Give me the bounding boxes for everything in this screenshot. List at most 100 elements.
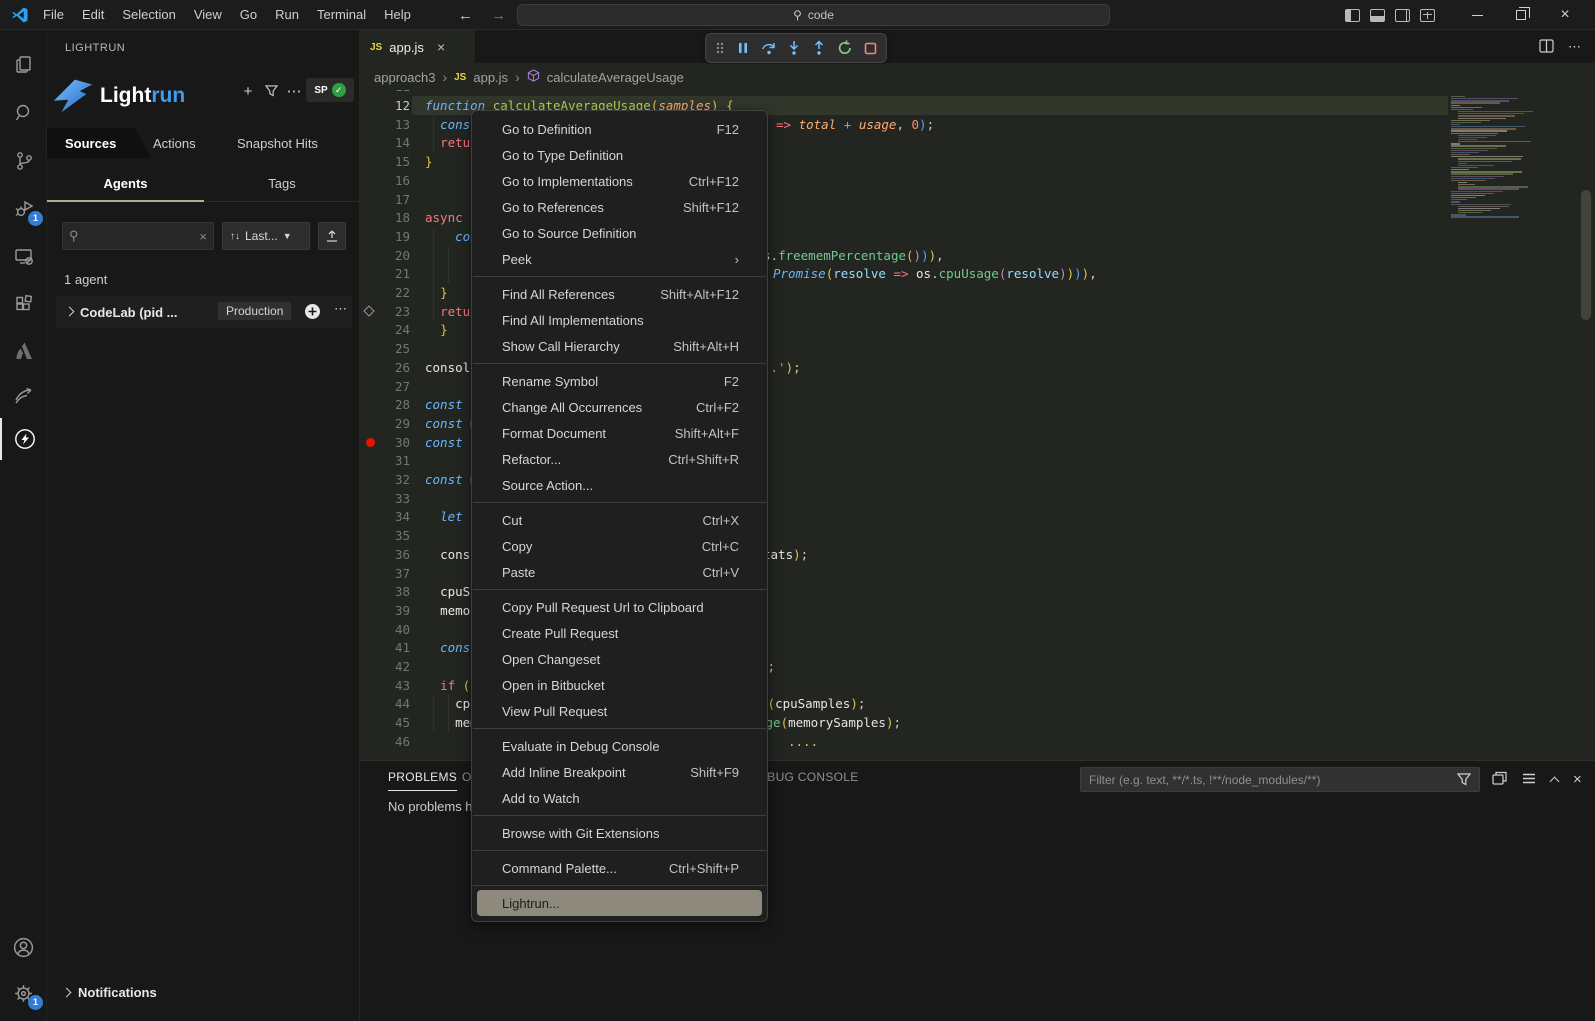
stop-icon[interactable] (864, 42, 877, 55)
menu-item-source-action[interactable]: Source Action... (477, 472, 762, 498)
add-action-icon[interactable]: + (237, 80, 259, 102)
menu-item-refactor[interactable]: Refactor...Ctrl+Shift+R (477, 446, 762, 472)
menu-item-rename-symbol[interactable]: Rename SymbolF2 (477, 368, 762, 394)
menu-help[interactable]: Help (375, 4, 420, 26)
line-number[interactable]: 14 (360, 133, 410, 152)
customize-layout-icon[interactable] (1420, 9, 1435, 22)
pause-icon[interactable] (736, 41, 750, 55)
menu-item-go-to-implementations[interactable]: Go to ImplementationsCtrl+F12 (477, 168, 762, 194)
line-number[interactable]: 29 (360, 414, 410, 433)
tab-appjs[interactable]: JS app.js × (360, 30, 475, 64)
search-icon[interactable] (0, 92, 47, 134)
tab-snapshot-hits[interactable]: Snapshot Hits (237, 128, 318, 158)
line-number[interactable]: 42 (360, 657, 410, 676)
menu-terminal[interactable]: Terminal (308, 4, 375, 26)
menu-item-peek[interactable]: Peek› (477, 246, 762, 272)
menu-item-format-document[interactable]: Format DocumentShift+Alt+F (477, 420, 762, 446)
menu-item-find-all-references[interactable]: Find All ReferencesShift+Alt+F12 (477, 281, 762, 307)
gitlive-swoosh-icon[interactable] (0, 374, 47, 416)
line-number[interactable]: 31 (360, 451, 410, 470)
line-number[interactable]: 35 (360, 526, 410, 545)
breadcrumb-folder[interactable]: approach3 (374, 70, 435, 85)
line-number[interactable]: 37 (360, 564, 410, 583)
toggle-secondary-sidebar-icon[interactable] (1395, 9, 1410, 22)
menu-item-add-inline-breakpoint[interactable]: Add Inline BreakpointShift+F9 (477, 759, 762, 785)
breakpoint-icon[interactable] (366, 438, 375, 447)
extensions-icon[interactable] (0, 284, 47, 326)
add-agent-action-icon[interactable] (304, 303, 321, 323)
command-center[interactable]: ⚲ code (517, 4, 1110, 26)
user-chip[interactable]: SP ✓ (306, 78, 354, 102)
restore-button[interactable] (1499, 0, 1543, 30)
close-panel-icon[interactable]: × (1573, 771, 1582, 788)
line-number[interactable]: 38 (360, 582, 410, 601)
source-control-icon[interactable] (0, 140, 47, 182)
line-number[interactable]: 45 (360, 713, 410, 732)
menu-item-go-to-definition[interactable]: Go to DefinitionF12 (477, 116, 762, 142)
line-number[interactable]: 19 (360, 227, 410, 246)
line-number[interactable]: 41 (360, 638, 410, 657)
line-number[interactable]: 40 (360, 620, 410, 639)
line-number[interactable]: 16 (360, 171, 410, 190)
line-number[interactable]: 15 (360, 152, 410, 171)
minimize-button[interactable] (1455, 0, 1499, 30)
line-number[interactable]: 25 (360, 339, 410, 358)
lightrun-icon[interactable] (0, 418, 47, 460)
line-number[interactable]: 34 (360, 507, 410, 526)
problems-filter-input[interactable]: Filter (e.g. text, **/*.ts, !**/node_mod… (1080, 767, 1480, 792)
line-number[interactable]: 17 (360, 190, 410, 209)
menu-item-add-to-watch[interactable]: Add to Watch (477, 785, 762, 811)
scrollbar-thumb[interactable] (1581, 190, 1591, 320)
line-number[interactable]: 39 (360, 601, 410, 620)
agent-search-input[interactable]: ⚲ × (62, 222, 214, 250)
nav-back-icon[interactable]: ← (458, 7, 473, 24)
menu-item-cut[interactable]: CutCtrl+X (477, 507, 762, 533)
chevron-right-icon[interactable] (65, 307, 75, 317)
menu-file[interactable]: File (34, 4, 73, 26)
atlassian-icon[interactable] (0, 330, 47, 372)
menu-item-open-in-bitbucket[interactable]: Open in Bitbucket (477, 672, 762, 698)
line-number[interactable]: 20 (360, 246, 410, 265)
menu-item-go-to-references[interactable]: Go to ReferencesShift+F12 (477, 194, 762, 220)
tab-sources[interactable]: Sources (47, 128, 151, 158)
filter-icon[interactable] (260, 80, 282, 102)
sort-dropdown[interactable]: ↑↓ Last... ▼ (222, 222, 310, 250)
breadcrumb-symbol[interactable]: calculateAverageUsage (547, 70, 684, 85)
subtab-tags[interactable]: Tags (204, 176, 360, 191)
settings-gear-icon[interactable]: 1 (0, 972, 47, 1014)
menu-item-show-call-hierarchy[interactable]: Show Call HierarchyShift+Alt+H (477, 333, 762, 359)
split-editor-icon[interactable] (1539, 39, 1554, 56)
breadcrumb-file[interactable]: app.js (473, 70, 508, 85)
close-tab-icon[interactable]: × (437, 39, 445, 55)
line-number[interactable]: 18 (360, 208, 410, 227)
menu-item-lightrun[interactable]: Lightrun... (477, 890, 762, 916)
menu-item-change-all-occurrences[interactable]: Change All OccurrencesCtrl+F2 (477, 394, 762, 420)
line-number[interactable]: 28 (360, 395, 410, 414)
line-number[interactable]: 44 (360, 694, 410, 713)
maximize-panel-icon[interactable] (1550, 777, 1560, 787)
more-actions-icon[interactable]: ⋯ (1568, 39, 1581, 55)
minimap[interactable] (1448, 90, 1543, 760)
subtab-agents[interactable]: Agents (47, 176, 204, 191)
open-in-editor-button[interactable] (318, 222, 346, 250)
clear-search-icon[interactable]: × (199, 229, 207, 244)
menu-item-find-all-implementations[interactable]: Find All Implementations (477, 307, 762, 333)
menu-item-copy-pull-request-url-to-clipboard[interactable]: Copy Pull Request Url to Clipboard (477, 594, 762, 620)
line-number[interactable]: 21 (360, 264, 410, 283)
step-out-icon[interactable] (812, 40, 826, 56)
line-number[interactable]: 32 (360, 470, 410, 489)
close-window-button[interactable]: × (1543, 0, 1587, 30)
line-number[interactable]: 22 (360, 283, 410, 302)
menu-edit[interactable]: Edit (73, 4, 113, 26)
menu-go[interactable]: Go (231, 4, 266, 26)
account-icon[interactable] (0, 926, 47, 968)
line-number[interactable]: 24 (360, 320, 410, 339)
run-debug-icon[interactable]: 1 (0, 188, 47, 230)
menu-item-copy[interactable]: CopyCtrl+C (477, 533, 762, 559)
line-number[interactable]: 33 (360, 489, 410, 508)
menu-view[interactable]: View (185, 4, 231, 26)
menu-item-browse-with-git-extensions[interactable]: Browse with Git Extensions (477, 820, 762, 846)
menu-item-create-pull-request[interactable]: Create Pull Request (477, 620, 762, 646)
toggle-sidebar-icon[interactable] (1345, 9, 1360, 22)
more-actions-icon[interactable]: ⋯ (283, 80, 305, 102)
